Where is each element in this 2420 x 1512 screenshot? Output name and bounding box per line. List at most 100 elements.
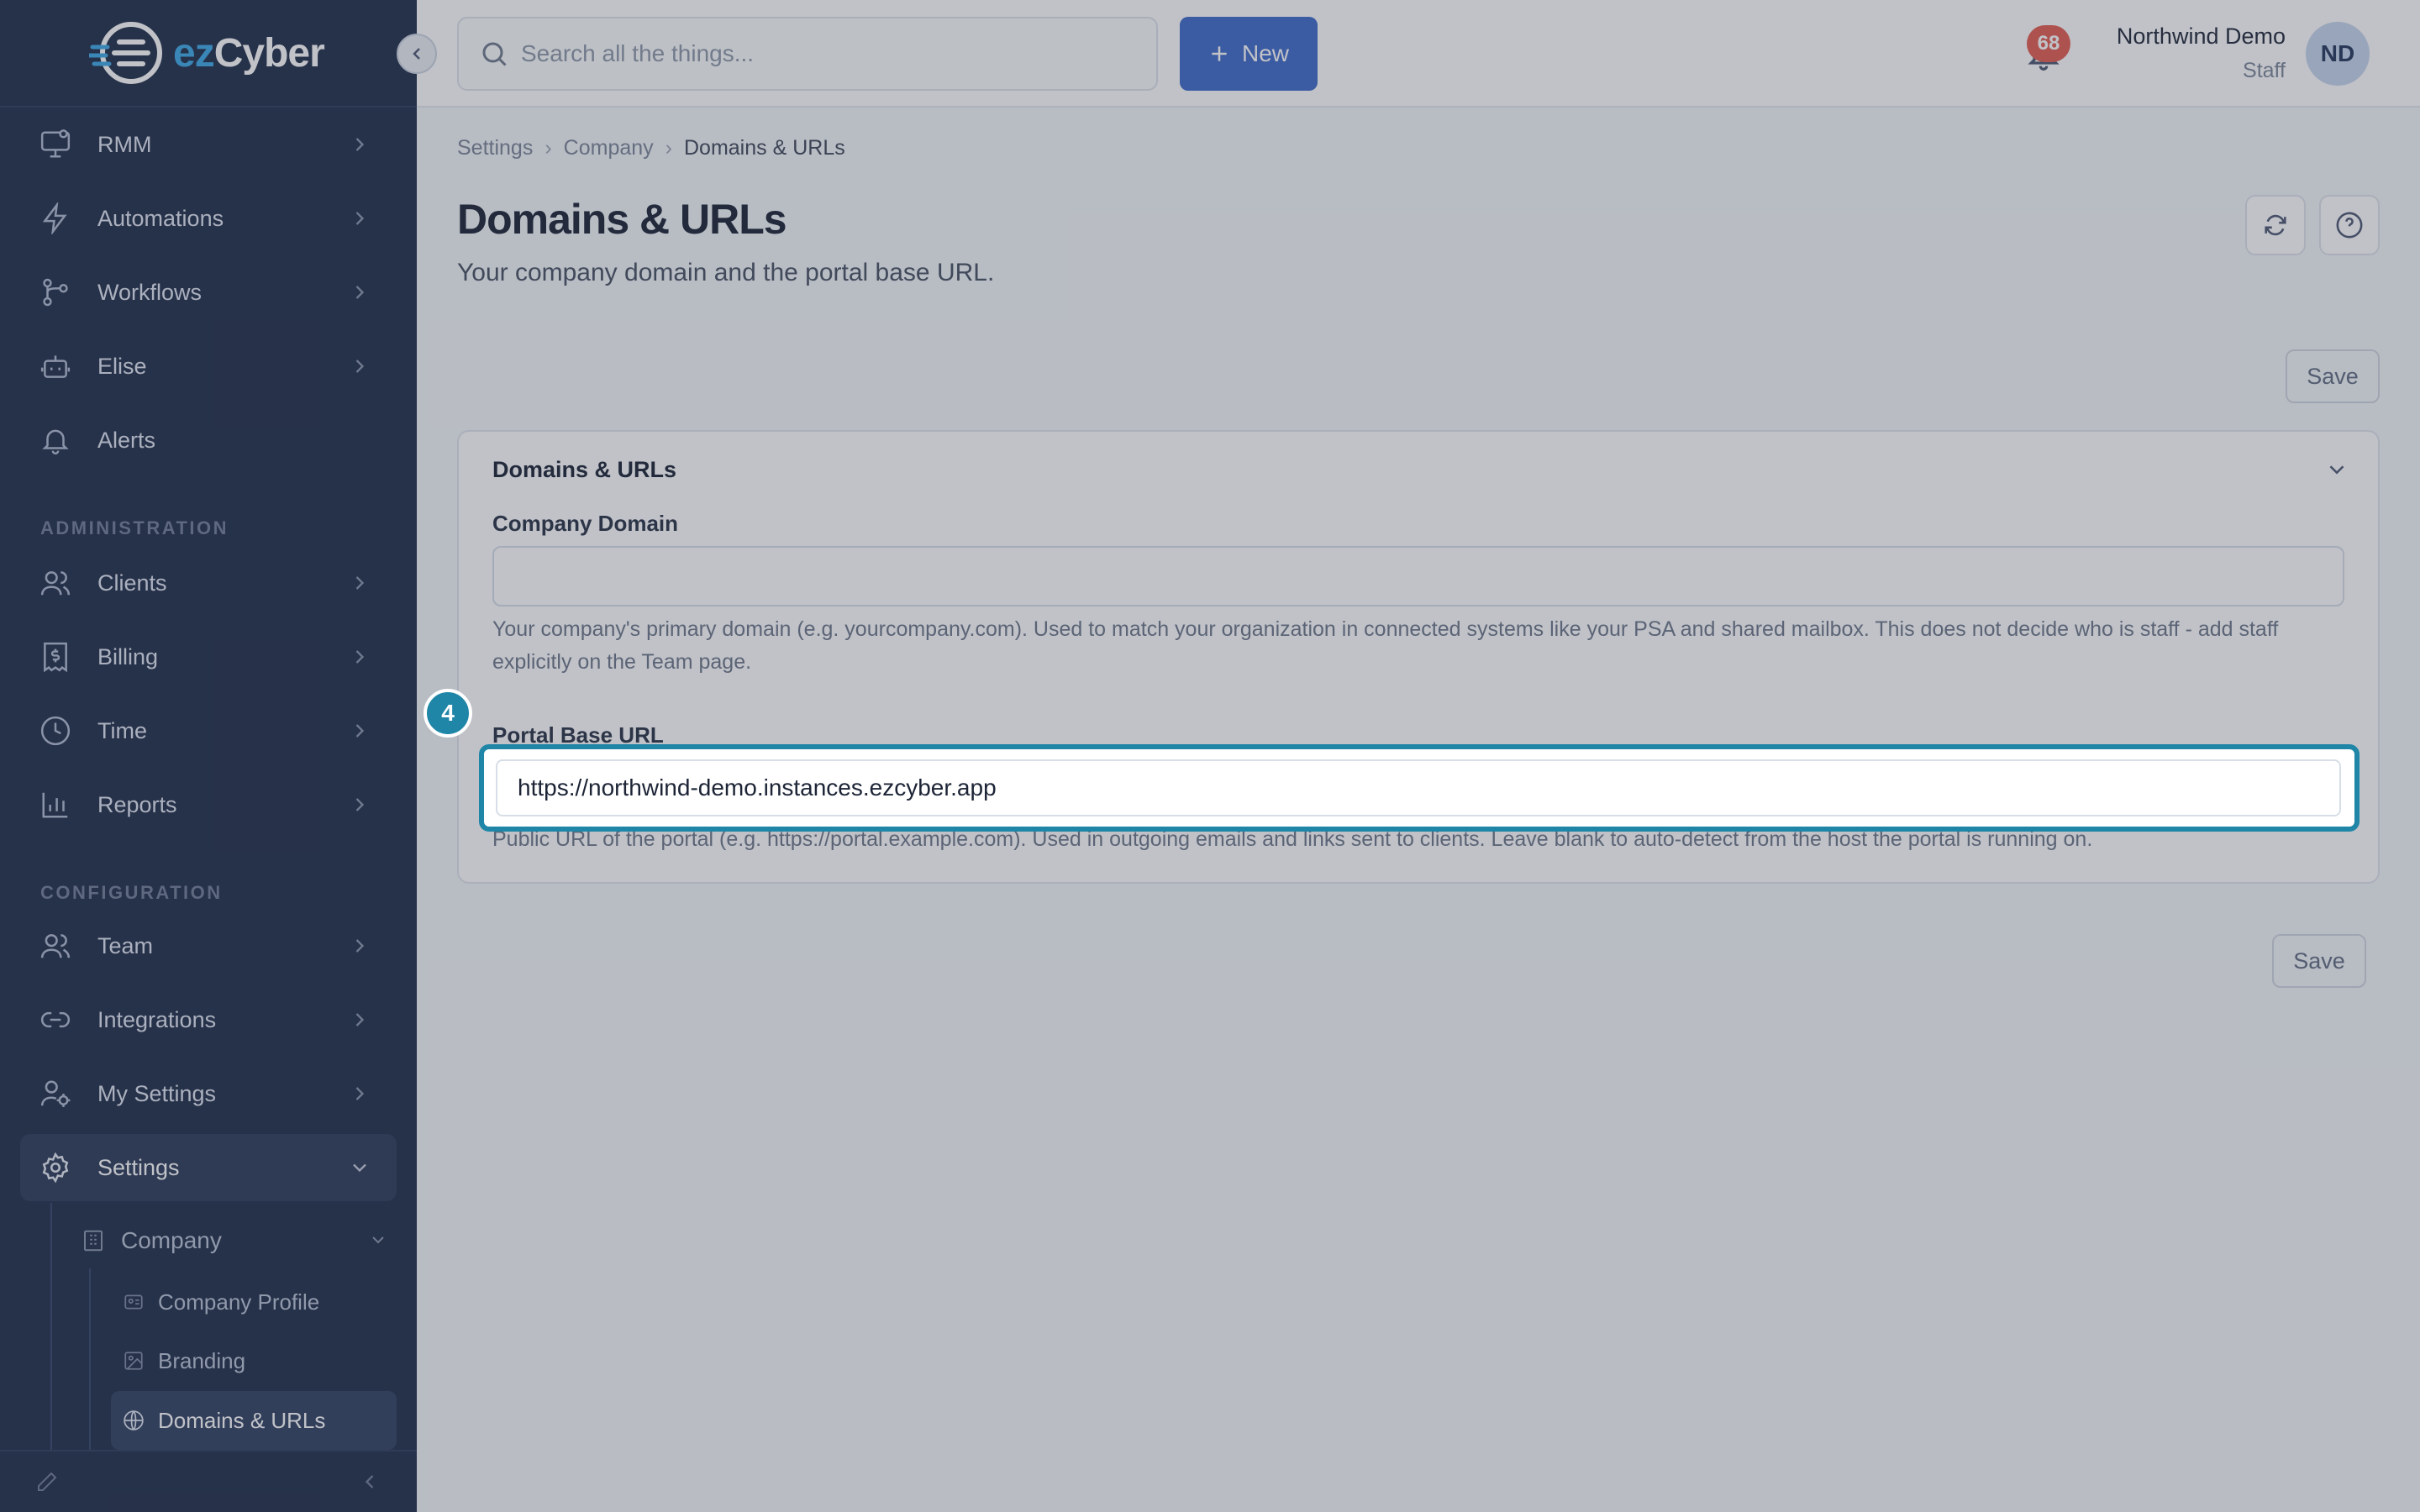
new-button-label: New [1241, 40, 1289, 66]
chevron-right-icon [355, 1013, 365, 1026]
page-title: Domains & URLs [457, 196, 787, 243]
sidebar-item-workflows[interactable]: Workflows [20, 259, 397, 326]
sidebar-bottom-divider [0, 1450, 417, 1452]
id-card-icon [124, 1294, 143, 1310]
user-role: Staff [2243, 59, 2286, 82]
chevron-right-icon [355, 724, 365, 738]
company-domain-field[interactable] [492, 546, 2344, 606]
sidebar-item-rmm[interactable]: RMM [20, 111, 397, 178]
collapse-sidebar-icon[interactable] [355, 1467, 385, 1497]
sidebar-item-label: Billing [97, 643, 159, 669]
sidebar-item-label: RMM [97, 131, 152, 157]
edit-icon[interactable] [32, 1467, 62, 1497]
sidebar-item-label: Elise [97, 353, 147, 379]
sidebar-sub-domains[interactable]: Domains & URLs [111, 1391, 397, 1450]
refresh-icon [2265, 214, 2286, 236]
avatar[interactable]: ND [2306, 22, 2370, 86]
bell-icon [39, 423, 72, 457]
sidebar-item-reports[interactable]: Reports [20, 771, 397, 838]
sidebar-sub-branding[interactable]: Branding [123, 1342, 392, 1379]
save-button-top[interactable]: Save [2286, 349, 2380, 403]
sidebar-sub-label: Company [121, 1227, 222, 1253]
breadcrumb-chevron-icon: › [665, 136, 672, 160]
logo-text-cyber: Cyber [213, 30, 325, 76]
topbar: New 68 Northwind Demo Staff ND [417, 0, 2420, 108]
sidebar-item-label: Automations [97, 205, 224, 231]
user-gear-icon [39, 1077, 72, 1110]
globe-icon [124, 1410, 144, 1431]
link-icon [39, 1003, 72, 1037]
refresh-button[interactable] [2245, 195, 2306, 255]
sidebar-item-billing[interactable]: Billing [20, 623, 397, 690]
chevron-down-icon [372, 1236, 384, 1244]
sidebar-item-automations[interactable]: Automations [20, 185, 397, 252]
sidebar-sub-label: Domains & URLs [158, 1407, 326, 1433]
sidebar-item-label: Integrations [97, 1006, 217, 1032]
search-input[interactable] [521, 40, 1109, 67]
sidebar-sub-company[interactable]: Company [81, 1220, 397, 1262]
chevron-right-icon [355, 286, 365, 299]
step-badge: 4 [424, 689, 472, 738]
tree-line [89, 1268, 91, 1450]
save-button-bottom[interactable]: Save [2272, 934, 2366, 988]
page-subtitle: Your company domain and the portal base … [457, 259, 995, 286]
sidebar-item-label: My Settings [97, 1080, 217, 1106]
ezcyber-logo[interactable]: ezCyber [89, 17, 325, 89]
sidebar-item-clients[interactable]: Clients [20, 549, 397, 617]
breadcrumb-chevron-icon: › [544, 136, 552, 160]
receipt-icon [39, 640, 72, 674]
help-circle-icon [2336, 212, 2363, 239]
gear-icon [39, 1151, 72, 1184]
sidebar-item-elise[interactable]: Elise [20, 333, 397, 400]
sidebar-item-integrations[interactable]: Integrations [20, 986, 397, 1053]
sidebar-item-label: Time [97, 717, 147, 743]
sidebar-item-my-settings[interactable]: My Settings [20, 1060, 397, 1127]
building-icon [84, 1230, 103, 1252]
sidebar-item-alerts[interactable]: Alerts [20, 407, 397, 474]
chevron-down-icon [353, 1163, 366, 1173]
sidebar-item-settings[interactable]: Settings [20, 1134, 397, 1201]
chevron-right-icon [355, 798, 365, 811]
plus-icon [1212, 46, 1227, 61]
sidebar-divider [0, 106, 417, 108]
sidebar-item-time[interactable]: Time [20, 697, 397, 764]
sidebar-collapse-button[interactable] [397, 34, 437, 74]
breadcrumb-company[interactable]: Company [564, 136, 654, 160]
chevron-down-icon[interactable] [2324, 457, 2349, 482]
highlight-portal-url [479, 744, 2360, 832]
chevron-right-icon [355, 138, 365, 151]
sidebar-item-team[interactable]: Team [20, 912, 397, 979]
sidebar-sub-label: Branding [158, 1347, 246, 1373]
chevron-right-icon [355, 939, 365, 953]
sidebar-sub-company-profile[interactable]: Company Profile [123, 1284, 392, 1320]
new-button[interactable]: New [1180, 17, 1318, 91]
image-icon [124, 1352, 143, 1370]
section-label-configuration: CONFIGURATION [40, 882, 223, 903]
chevron-right-icon [355, 576, 365, 590]
card-title: Domains & URLs [492, 457, 677, 482]
clock-icon [39, 714, 72, 748]
tree-line [50, 1203, 52, 1450]
logo-text: ezCyber [173, 30, 325, 76]
search-icon [482, 42, 507, 66]
breadcrumb-settings[interactable]: Settings [457, 136, 533, 160]
chevron-right-icon [355, 360, 365, 373]
sidebar-sub-label: Company Profile [158, 1289, 320, 1315]
portal-url-field[interactable] [496, 759, 2341, 816]
sidebar-item-label: Settings [97, 1154, 180, 1180]
users-icon [39, 929, 72, 963]
company-domain-help: Your company's primary domain (e.g. your… [492, 617, 2279, 674]
bot-icon [39, 349, 72, 383]
logo-text-ez: ez [173, 30, 215, 76]
sidebar-item-label: Reports [97, 791, 177, 817]
sidebar: ezCyber RMM Automations Workflows Elise … [0, 0, 417, 1512]
sidebar-item-label: Team [97, 932, 154, 958]
users-icon [39, 566, 72, 600]
help-button[interactable] [2319, 195, 2380, 255]
bolt-icon [39, 202, 72, 235]
chevron-right-icon [355, 212, 365, 225]
global-search[interactable] [457, 17, 1158, 91]
chevron-right-icon [355, 1087, 365, 1100]
notification-badge[interactable]: 68 [2027, 25, 2070, 62]
chart-icon [39, 788, 72, 822]
